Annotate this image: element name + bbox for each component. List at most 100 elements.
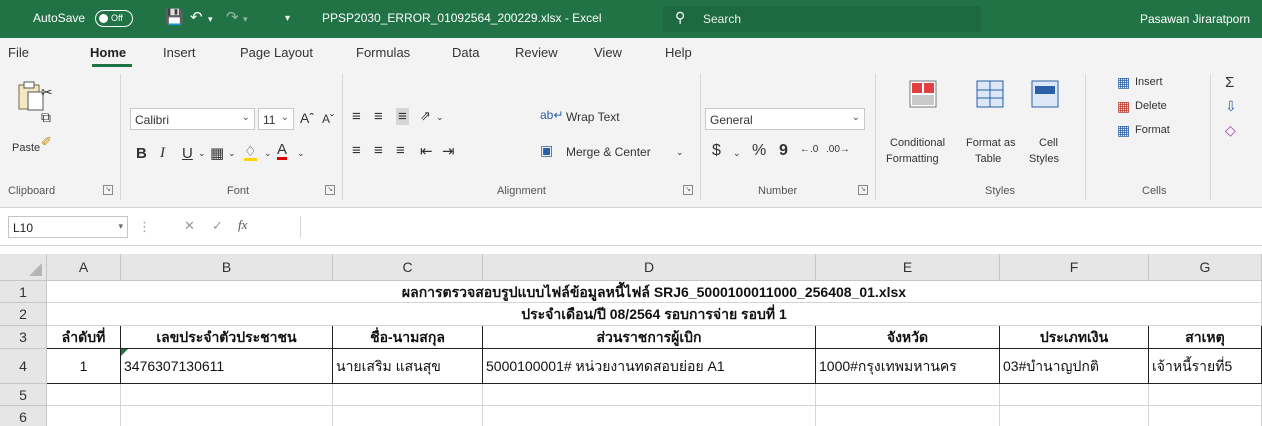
format-as-table-label2[interactable]: Table <box>975 153 1001 165</box>
empty-cell[interactable] <box>47 406 121 426</box>
header-cell[interactable]: ชื่อ-นามสกุล <box>333 326 483 349</box>
data-cell[interactable]: 1000#กรุงเทพมหานคร <box>816 349 1000 384</box>
conditional-formatting-label2[interactable]: Formatting <box>886 153 939 165</box>
align-middle-icon[interactable]: ≡ <box>374 108 383 125</box>
column-header-a[interactable]: A <box>47 254 121 281</box>
tab-page-layout[interactable]: Page Layout <box>240 45 313 60</box>
fill-color-icon[interactable]: ♢ <box>244 144 257 161</box>
cut-icon[interactable]: ✂ <box>41 84 53 101</box>
conditional-formatting-label1[interactable]: Conditional <box>890 137 945 149</box>
increase-indent-icon[interactable]: ⇥ <box>442 142 455 160</box>
tab-formulas[interactable]: Formulas <box>356 45 410 60</box>
row-header-3[interactable]: 3 <box>0 326 47 349</box>
format-cells-icon[interactable]: ▦ <box>1117 122 1130 139</box>
delete-button[interactable]: Delete <box>1135 100 1167 112</box>
tab-data[interactable]: Data <box>452 45 479 60</box>
font-name-box[interactable]: Calibri ⌄ <box>130 108 255 130</box>
row-header-2[interactable]: 2 <box>0 303 47 326</box>
search-box[interactable]: ⚲ Search <box>663 6 981 32</box>
comma-style-button[interactable]: 9 <box>779 142 788 160</box>
wrap-text-icon[interactable]: ab↵ <box>540 108 563 122</box>
tab-review[interactable]: Review <box>515 45 558 60</box>
align-right-icon[interactable]: ≡ <box>396 142 405 159</box>
column-header-f[interactable]: F <box>1000 254 1149 281</box>
empty-cell[interactable] <box>333 406 483 426</box>
percent-button[interactable]: % <box>752 142 766 160</box>
data-cell[interactable]: เจ้าหนี้รายที่5 <box>1149 349 1262 384</box>
empty-cell[interactable] <box>333 384 483 406</box>
insert-cells-icon[interactable]: ▦ <box>1117 74 1130 91</box>
header-cell[interactable]: สาเหตุ <box>1149 326 1262 349</box>
empty-cell[interactable] <box>483 384 816 406</box>
customize-toolbar-icon[interactable]: ▾ <box>285 13 290 24</box>
header-cell[interactable]: ประเภทเงิน <box>1000 326 1149 349</box>
wrap-text-button[interactable]: Wrap Text <box>566 110 620 124</box>
tab-home[interactable]: Home <box>90 45 126 60</box>
align-center-icon[interactable]: ≡ <box>374 142 383 159</box>
align-left-icon[interactable]: ≡ <box>352 142 361 159</box>
column-header-g[interactable]: G <box>1149 254 1262 281</box>
formula-input[interactable] <box>300 216 1255 238</box>
chevron-down-icon[interactable]: ⌄ <box>297 148 305 159</box>
empty-cell[interactable] <box>816 406 1000 426</box>
decrease-indent-icon[interactable]: ⇤ <box>420 142 433 160</box>
undo-icon[interactable]: ↶ <box>190 8 203 26</box>
chevron-down-icon[interactable]: ⌄ <box>228 148 236 159</box>
enter-icon[interactable]: ✓ <box>212 218 223 234</box>
format-button[interactable]: Format <box>1135 124 1170 136</box>
redo-dropdown-icon[interactable]: ▾ <box>243 14 248 25</box>
empty-cell[interactable] <box>1000 384 1149 406</box>
increase-font-icon[interactable]: Aˆ <box>300 110 314 126</box>
decrease-decimal-icon[interactable]: .00→ <box>826 144 850 155</box>
column-header-b[interactable]: B <box>121 254 333 281</box>
save-icon[interactable]: 💾 <box>165 8 184 26</box>
delete-cells-icon[interactable]: ▦ <box>1117 98 1130 115</box>
select-all-corner[interactable] <box>0 254 47 281</box>
chevron-down-icon[interactable]: ⌄ <box>264 148 272 159</box>
format-as-table-label1[interactable]: Format as <box>966 137 1016 149</box>
font-color-icon[interactable]: A <box>277 142 288 160</box>
align-top-icon[interactable]: ≡ <box>352 108 361 125</box>
cell-styles-label2[interactable]: Styles <box>1029 153 1059 165</box>
insert-function-icon[interactable]: fx <box>238 217 247 233</box>
sheet-title[interactable]: ผลการตรวจสอบรูปแบบไฟล์ข้อมูลหนี้ไฟล์ SRJ… <box>47 281 1262 303</box>
cell-styles-label1[interactable]: Cell <box>1039 137 1058 149</box>
conditional-formatting-icon[interactable] <box>908 78 938 110</box>
header-cell[interactable]: ส่วนราชการผู้เบิก <box>483 326 816 349</box>
row-header-4[interactable]: 4 <box>0 349 47 384</box>
format-as-table-icon[interactable] <box>975 78 1005 110</box>
merge-center-icon[interactable]: ▣ <box>540 142 553 159</box>
tab-file[interactable]: File <box>8 45 29 60</box>
sheet-subtitle[interactable]: ประจำเดือน/ปี 08/2564 รอบการจ่าย รอบที่ … <box>47 303 1262 326</box>
data-cell[interactable]: นายเสริม แสนสุข <box>333 349 483 384</box>
tab-insert[interactable]: Insert <box>163 45 196 60</box>
decrease-font-icon[interactable]: Aˇ <box>322 112 334 126</box>
orientation-icon[interactable]: ⇗ <box>420 108 431 124</box>
column-header-e[interactable]: E <box>816 254 1000 281</box>
row-header-6[interactable]: 6 <box>0 406 47 426</box>
clear-icon[interactable]: ◇ <box>1225 122 1236 139</box>
row-header-5[interactable]: 5 <box>0 384 47 406</box>
chevron-down-icon[interactable]: ⌄ <box>436 112 444 123</box>
tab-view[interactable]: View <box>594 45 622 60</box>
align-bottom-icon[interactable]: ≡ <box>396 108 409 125</box>
cell-styles-icon[interactable] <box>1030 78 1060 110</box>
empty-cell[interactable] <box>483 406 816 426</box>
number-format-box[interactable]: General ⌄ <box>705 108 865 130</box>
increase-decimal-icon[interactable]: ←.0 <box>800 144 818 155</box>
data-cell[interactable]: 5000100001# หน่วยงานทดสอบย่อย A1 <box>483 349 816 384</box>
alignment-launcher-icon[interactable]: ↘ <box>683 185 693 195</box>
undo-dropdown-icon[interactable]: ▾ <box>208 14 213 25</box>
chevron-down-icon[interactable]: ⌄ <box>733 148 741 159</box>
autosave-toggle[interactable]: Off <box>95 10 133 27</box>
tab-help[interactable]: Help <box>665 45 692 60</box>
empty-cell[interactable] <box>121 384 333 406</box>
number-launcher-icon[interactable]: ↘ <box>858 185 868 195</box>
font-size-box[interactable]: 11 ⌄ <box>258 108 294 130</box>
empty-cell[interactable] <box>816 384 1000 406</box>
empty-cell[interactable] <box>1149 406 1262 426</box>
empty-cell[interactable] <box>121 406 333 426</box>
data-cell[interactable]: 3476307130611 <box>121 349 333 384</box>
empty-cell[interactable] <box>1000 406 1149 426</box>
merge-center-button[interactable]: Merge & Center <box>566 145 651 159</box>
